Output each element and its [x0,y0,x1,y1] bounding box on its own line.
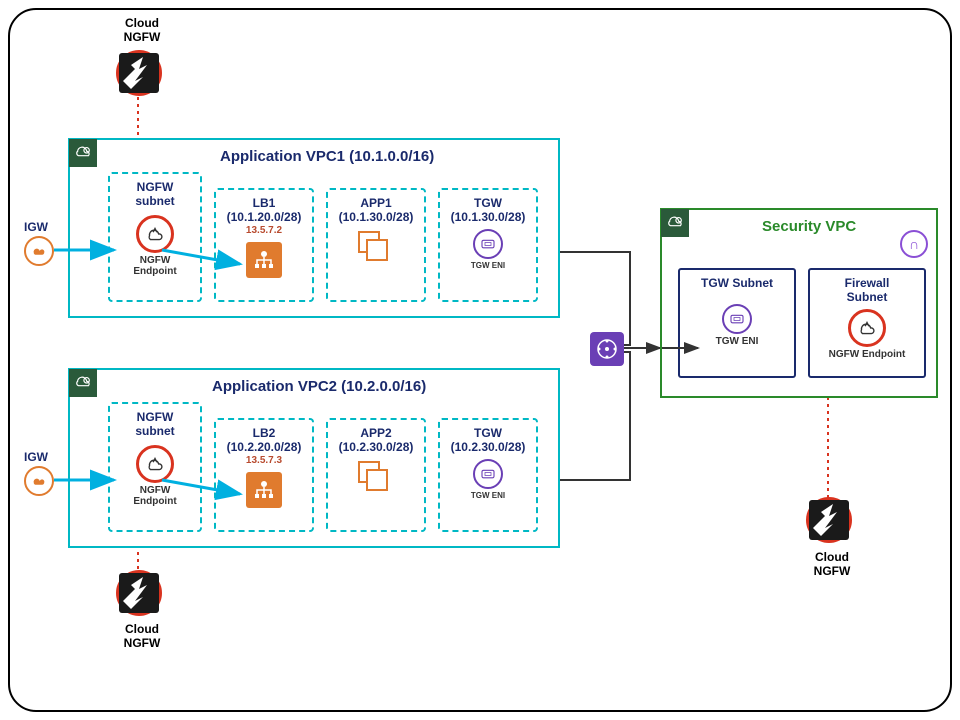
vpc-badge-icon [69,369,97,397]
app-icon [358,461,394,497]
vpc2-app-title: APP2 [328,426,424,440]
secvpc-tgw-title: TGW Subnet [680,276,794,290]
vpc2-lb-title: LB2 [216,426,312,440]
cloud-ngfw-bottom-icon [116,570,162,616]
tgw-eni-icon [473,459,503,489]
vpc1-app-title: APP1 [328,196,424,210]
vpc-badge-icon [69,139,97,167]
vpc2-app-subnet: APP2 (10.2.30.0/28) [326,418,426,532]
vpc1-ngfw-subnet: NGFW subnet NGFW Endpoint [108,172,202,302]
vpc2-app-cidr: (10.2.30.0/28) [328,440,424,454]
vpc1-igw-label: IGW [24,220,48,234]
app-icon [358,231,394,267]
vpc2-tgw-title: TGW [440,426,536,440]
vpc1-tgw-caption: TGW ENI [440,261,536,270]
vpc2-igw-label: IGW [24,450,48,464]
secvpc-ngfw-endpoint-icon [848,309,886,347]
vpc2-ngfw-endpoint-icon [136,445,174,483]
cloud-ngfw-bottom-label: Cloud NGFW [106,622,178,650]
purple-circle-icon: ∩ [900,230,928,258]
security-vpc-container: Security VPC ∩ TGW Subnet TGW ENI Firewa… [660,208,938,398]
vpc2-ngfw-subnet: NGFW subnet NGFW Endpoint [108,402,202,532]
lb-icon [246,242,282,278]
secvpc-fw-caption: NGFW Endpoint [810,349,924,360]
secvpc-fw-title: Firewall Subnet [810,276,924,305]
vpc1-ngfw-subnet-title: NGFW subnet [110,180,200,209]
vpc2-tgw-cidr: (10.2.30.0/28) [440,440,536,454]
vpc1-ngfw-endpoint-icon [136,215,174,253]
diagram-canvas: Cloud NGFW Application VPC1 (10.1.0.0/16… [8,8,952,712]
vpc2-igw-icon [24,466,54,496]
tgw-eni-icon [722,304,752,334]
cloud-ngfw-top-label: Cloud NGFW [106,16,178,44]
vpc1-app-cidr: (10.1.30.0/28) [328,210,424,224]
transit-gateway-hub-icon [590,332,624,366]
vpc1-lb-subnet: LB1 (10.1.20.0/28) 13.5.7.2 [214,188,314,302]
lb-icon [246,472,282,508]
security-vpc-title: Security VPC [762,218,856,235]
secvpc-tgw-subnet: TGW Subnet TGW ENI [678,268,796,378]
vpc1-app-subnet: APP1 (10.1.30.0/28) [326,188,426,302]
tgw-eni-icon [473,229,503,259]
vpc-badge-icon [661,209,689,237]
secvpc-tgw-caption: TGW ENI [680,336,794,347]
vpc1-ngfw-endpoint-caption: NGFW Endpoint [110,255,200,277]
vpc2-lb-cidr: (10.2.20.0/28) [216,440,312,454]
vpc1-tgw-cidr: (10.1.30.0/28) [440,210,536,224]
vpc1-lb-cidr: (10.1.20.0/28) [216,210,312,224]
vpc2-ngfw-endpoint-caption: NGFW Endpoint [110,485,200,507]
secvpc-fw-subnet: Firewall Subnet NGFW Endpoint [808,268,926,378]
vpc2-lb-subnet: LB2 (10.2.20.0/28) 13.5.7.3 [214,418,314,532]
vpc2-title: Application VPC2 (10.2.0.0/16) [212,378,426,395]
cloud-ngfw-right-label: Cloud NGFW [796,550,868,578]
vpc1-lb-title: LB1 [216,196,312,210]
vpc2-ngfw-subnet-title: NGFW subnet [110,410,200,439]
vpc1-container: Application VPC1 (10.1.0.0/16) NGFW subn… [68,138,560,318]
cloud-ngfw-right-icon [806,497,852,543]
vpc1-tgw-subnet: TGW (10.1.30.0/28) TGW ENI [438,188,538,302]
vpc1-igw-icon [24,236,54,266]
vpc2-tgw-subnet: TGW (10.2.30.0/28) TGW ENI [438,418,538,532]
vpc2-container: Application VPC2 (10.2.0.0/16) NGFW subn… [68,368,560,548]
vpc1-lb-ip: 13.5.7.2 [216,225,312,236]
cloud-ngfw-top-icon [116,50,162,96]
vpc1-title: Application VPC1 (10.1.0.0/16) [220,148,434,165]
vpc2-lb-ip: 13.5.7.3 [216,455,312,466]
vpc2-tgw-caption: TGW ENI [440,491,536,500]
vpc1-tgw-title: TGW [440,196,536,210]
